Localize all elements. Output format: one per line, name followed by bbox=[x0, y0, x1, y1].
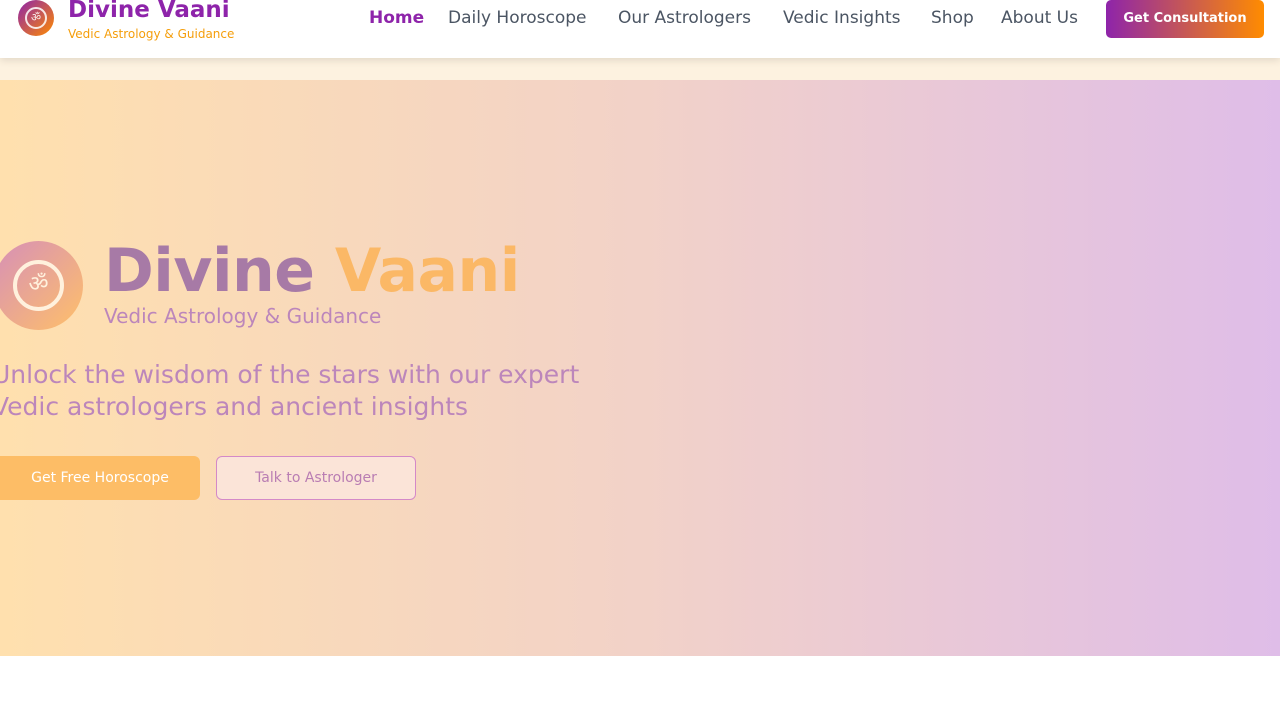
brand-name[interactable]: Divine Vaani bbox=[68, 0, 230, 26]
hero-logo: ॐ bbox=[0, 241, 83, 330]
brand-logo[interactable]: ॐ bbox=[18, 0, 54, 36]
hero-title-divine: Divine bbox=[104, 236, 315, 306]
nav-our-astrologers[interactable]: Our Astrologers bbox=[618, 6, 751, 30]
hero-title-vaani: Vaani bbox=[334, 236, 520, 306]
nav-daily-horoscope[interactable]: Daily Horoscope bbox=[448, 6, 586, 30]
om-icon: ॐ bbox=[30, 11, 42, 24]
hero-subtitle: Vedic Astrology & Guidance bbox=[104, 304, 382, 328]
om-icon: ॐ bbox=[28, 272, 49, 297]
nav-about-us[interactable]: About Us bbox=[1001, 6, 1078, 30]
talk-to-astrologer-button[interactable]: Talk to Astrologer bbox=[216, 456, 416, 500]
nav-shop[interactable]: Shop bbox=[931, 6, 974, 30]
get-free-horoscope-button[interactable]: Get Free Horoscope bbox=[0, 456, 200, 500]
header-divider-strip bbox=[0, 58, 1280, 80]
hero-section: ॐ Divine Vaani Vedic Astrology & Guidanc… bbox=[0, 80, 1280, 656]
nav-vedic-insights[interactable]: Vedic Insights bbox=[783, 6, 901, 30]
brand-tagline: Vedic Astrology & Guidance bbox=[68, 27, 235, 41]
get-consultation-button[interactable]: Get Consultation bbox=[1106, 0, 1264, 38]
site-header: ॐ Divine Vaani Vedic Astrology & Guidanc… bbox=[0, 0, 1280, 58]
nav-home[interactable]: Home bbox=[369, 6, 424, 30]
hero-tagline: Unlock the wisdom of the stars with our … bbox=[0, 360, 580, 421]
hero-title: Divine Vaani bbox=[104, 233, 520, 309]
